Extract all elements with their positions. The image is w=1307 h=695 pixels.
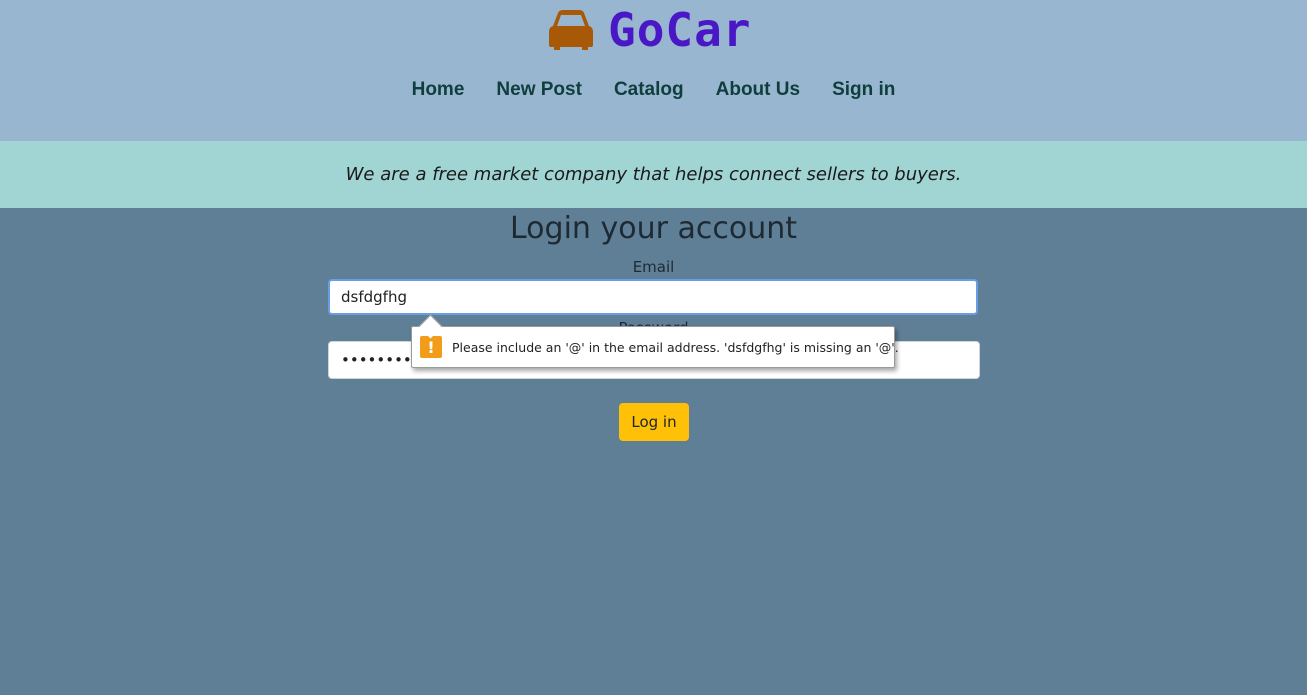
tagline-banner: We are a free market company that helps …	[0, 141, 1307, 208]
email-label: Email	[632, 258, 675, 276]
nav-item-sign-in[interactable]: Sign in	[832, 76, 895, 104]
email-field[interactable]	[328, 279, 978, 315]
brand-logo[interactable]: GoCar	[548, 6, 751, 54]
validation-tooltip: ! Please include an '@' in the email add…	[411, 314, 899, 368]
nav-item-home[interactable]: Home	[412, 76, 465, 104]
validation-message: Please include an '@' in the email addre…	[452, 339, 899, 355]
site-header: GoCar Home New Post Catalog About Us Sig…	[0, 0, 1307, 141]
main-nav: Home New Post Catalog About Us Sign in	[0, 76, 1307, 104]
login-button[interactable]: Log in	[619, 403, 689, 441]
nav-item-catalog[interactable]: Catalog	[614, 76, 684, 104]
car-icon	[548, 9, 594, 51]
nav-item-new-post[interactable]: New Post	[496, 76, 582, 104]
nav-item-about-us[interactable]: About Us	[716, 76, 800, 104]
brand-name: GoCar	[608, 3, 752, 57]
page-title: Login your account	[510, 211, 797, 246]
tagline-text: We are a free market company that helps …	[345, 164, 962, 185]
warning-icon: !	[420, 336, 442, 358]
